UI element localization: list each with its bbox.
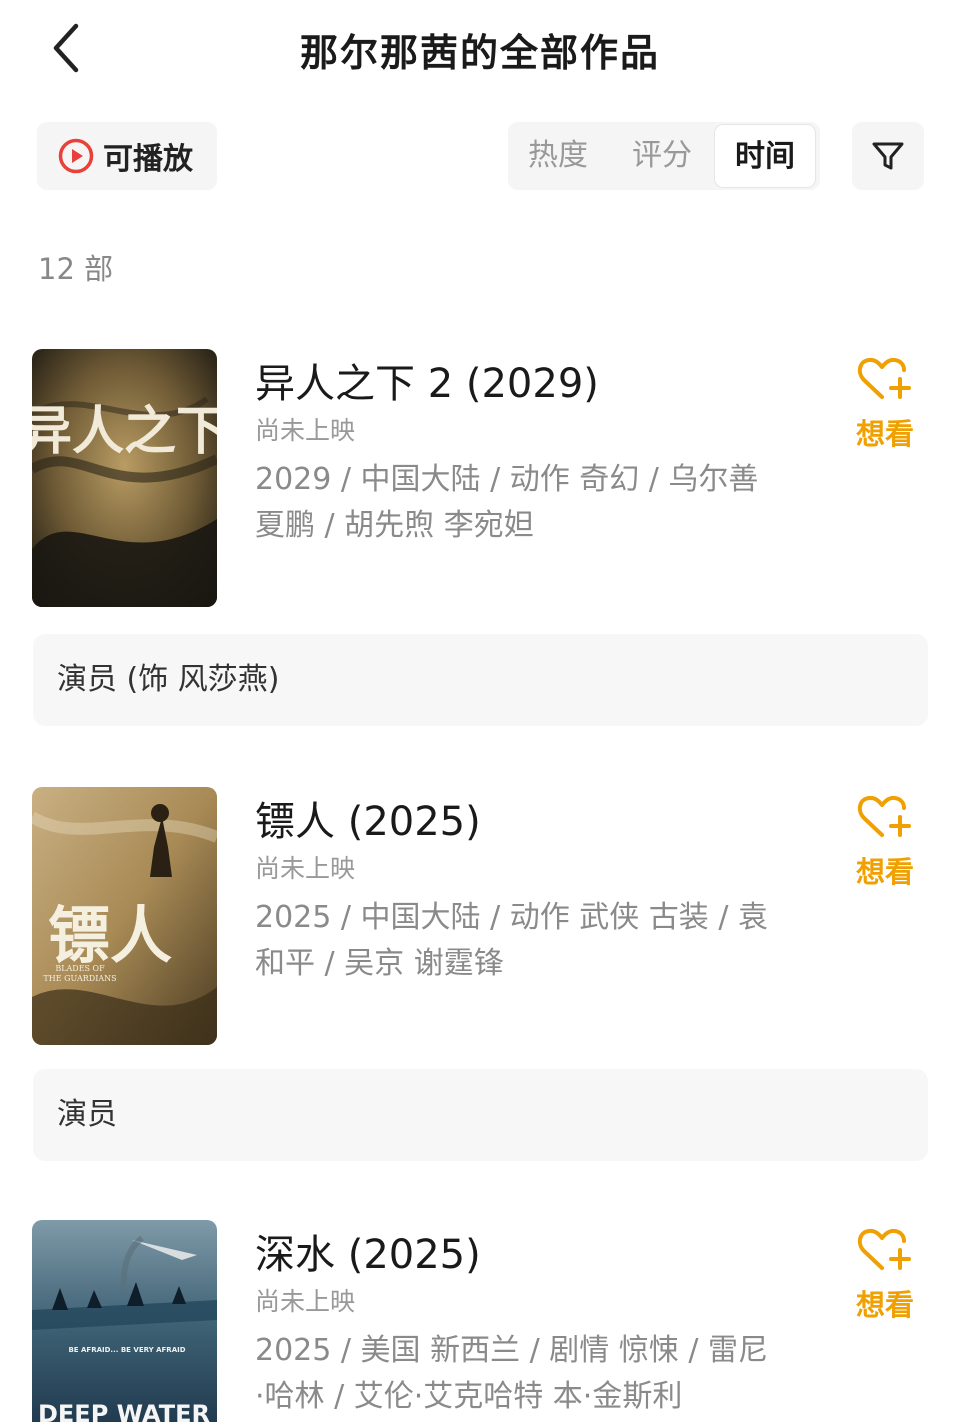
page-title: 那尔那茜的全部作品 [299, 31, 660, 75]
filter-button[interactable] [852, 122, 924, 190]
work-meta: 2025 / 中国大陆 / 动作 武侠 古装 / 袁 和平 / 吴京 谢霆锋 [255, 895, 795, 987]
sort-tab-rating[interactable]: 评分 [612, 122, 712, 190]
release-status: 尚未上映 [255, 416, 356, 445]
poster-title-text: 异人之下 [32, 401, 217, 462]
meta-line-2: 夏鹏 / 胡先煦 李宛妲 [255, 508, 534, 543]
want-to-watch-label: 想看 [855, 1288, 914, 1322]
playable-filter-button[interactable]: 可播放 [37, 122, 217, 190]
meta-line-2: ·哈林 / 艾伦·艾克哈特 本·金斯利 [255, 1379, 683, 1414]
work-title[interactable]: 异人之下 2 (2029) [255, 351, 599, 409]
poster-title-text: DEEP WATER [38, 1400, 210, 1422]
sort-tabs: 热度 评分 时间 [508, 122, 820, 190]
poster-title-text: 镖人 [48, 899, 172, 972]
role-bar: 演员 (饰 风莎燕) [33, 634, 928, 726]
role-bar: 演员 [33, 1069, 928, 1161]
release-status: 尚未上映 [255, 1287, 356, 1316]
poster-subtitle-1: BLADES OF [55, 964, 105, 973]
sort-tab-time[interactable]: 时间 [714, 124, 816, 188]
funnel-icon [872, 142, 904, 170]
poster-tagline: BE AFRAID... BE VERY AFRAID [68, 1346, 185, 1354]
sort-tab-popularity[interactable]: 热度 [508, 122, 608, 190]
heart-plus-icon [857, 1228, 911, 1270]
poster-image[interactable]: 异人之下 [32, 349, 217, 607]
poster-image[interactable]: BE AFRAID... BE VERY AFRAID DEEP WATER [32, 1220, 217, 1422]
works-count: 12 部 [38, 252, 114, 286]
heart-plus-icon [857, 357, 911, 399]
header: 那尔那茜的全部作品 [0, 0, 960, 100]
want-to-watch-label: 想看 [855, 417, 914, 451]
release-status: 尚未上映 [255, 854, 356, 883]
work-title[interactable]: 深水 (2025) [255, 1222, 481, 1280]
want-to-watch-label: 想看 [855, 855, 914, 889]
poster-subtitle-2: THE GUARDIANS [43, 974, 116, 983]
want-to-watch-button[interactable]: 想看 [842, 1224, 928, 1334]
want-to-watch-button[interactable]: 想看 [842, 791, 928, 901]
meta-line-1: 2025 / 美国 新西兰 / 剧情 惊悚 / 雷尼 [255, 1333, 768, 1368]
playable-filter-label: 可播放 [103, 142, 193, 177]
work-meta: 2029 / 中国大陆 / 动作 奇幻 / 乌尔善 夏鹏 / 胡先煦 李宛妲 [255, 457, 795, 549]
play-circle-icon [58, 138, 94, 174]
work-title[interactable]: 镖人 (2025) [255, 789, 481, 847]
work-meta: 2025 / 美国 新西兰 / 剧情 惊悚 / 雷尼 ·哈林 / 艾伦·艾克哈特… [255, 1328, 795, 1420]
meta-line-2: 和平 / 吴京 谢霆锋 [255, 946, 504, 981]
meta-line-1: 2029 / 中国大陆 / 动作 奇幻 / 乌尔善 [255, 462, 759, 497]
poster-image[interactable]: 镖人 BLADES OF THE GUARDIANS [32, 787, 217, 1045]
filter-bar: 可播放 热度 评分 时间 [0, 122, 960, 192]
want-to-watch-button[interactable]: 想看 [842, 353, 928, 463]
heart-plus-icon [857, 795, 911, 837]
meta-line-1: 2025 / 中国大陆 / 动作 武侠 古装 / 袁 [255, 900, 768, 935]
